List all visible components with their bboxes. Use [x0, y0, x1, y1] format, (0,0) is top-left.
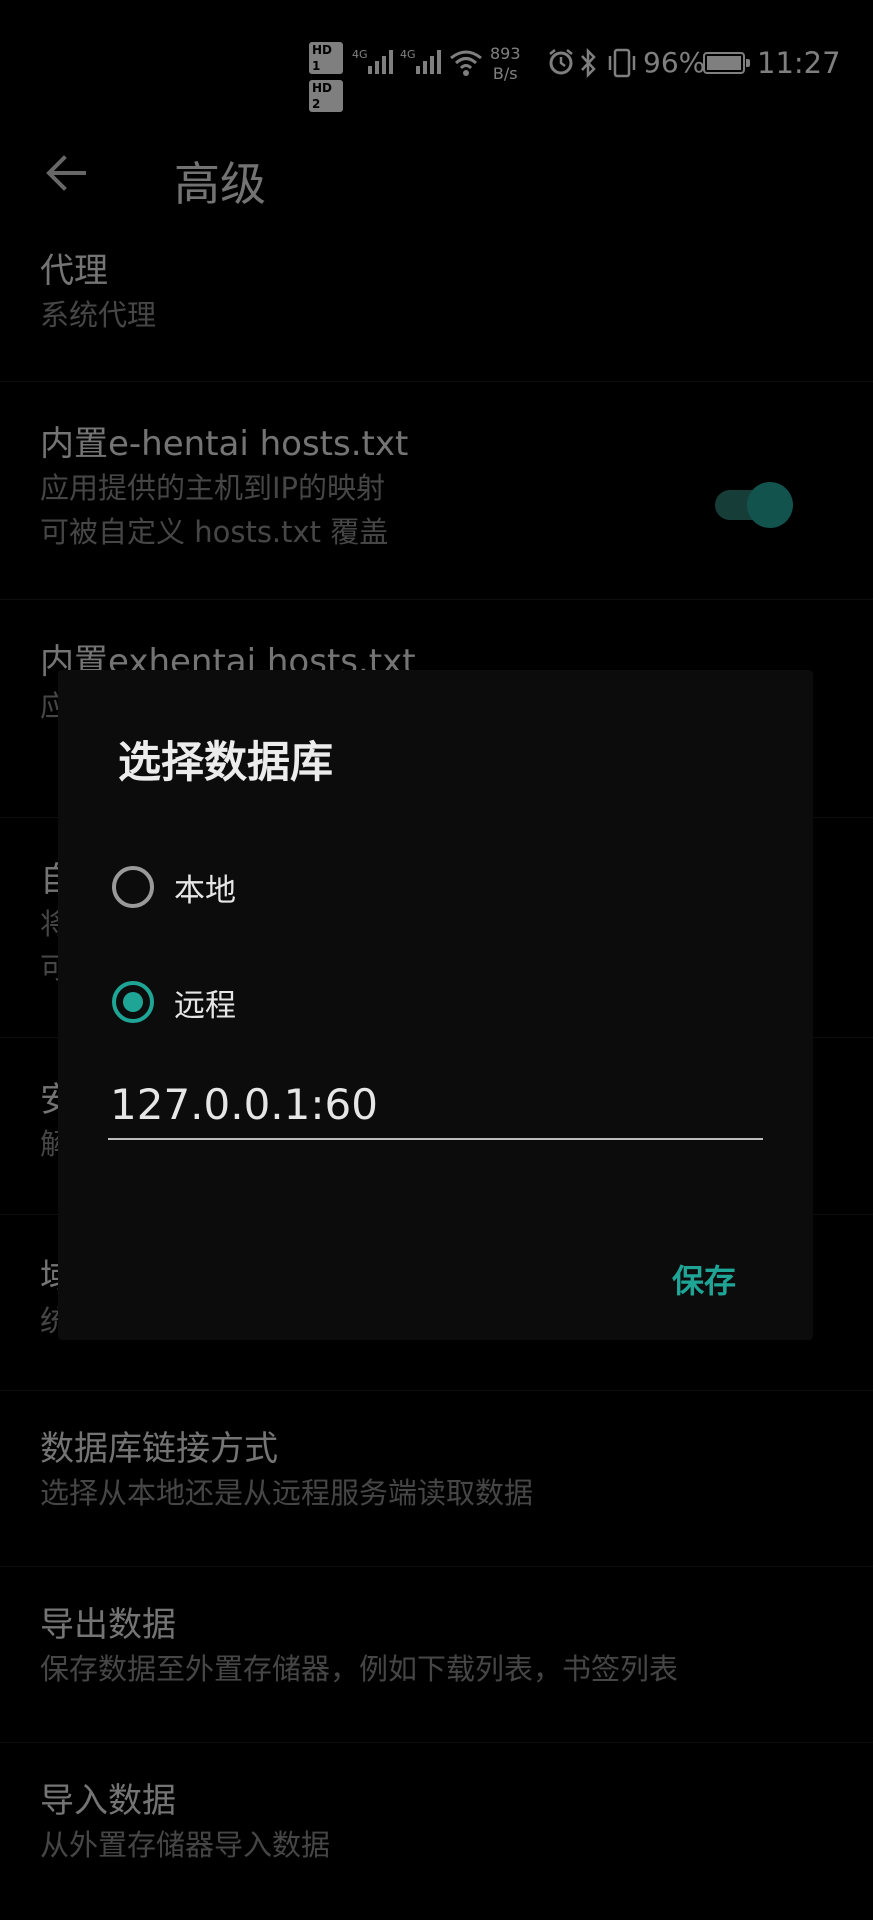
radio-option-remote[interactable]: 远程	[112, 966, 236, 1038]
radio-button-remote[interactable]	[112, 981, 154, 1023]
dialog-title: 选择数据库	[118, 738, 333, 788]
radio-label-local: 本地	[174, 872, 236, 909]
radio-label-remote: 远程	[174, 987, 236, 1024]
radio-button-local[interactable]	[112, 866, 154, 908]
radio-option-local[interactable]: 本地	[112, 851, 236, 923]
select-database-dialog: 选择数据库 本地 远程 保存	[58, 670, 813, 1340]
server-address-input[interactable]	[108, 1070, 763, 1140]
save-button[interactable]: 保存	[658, 1250, 750, 1308]
